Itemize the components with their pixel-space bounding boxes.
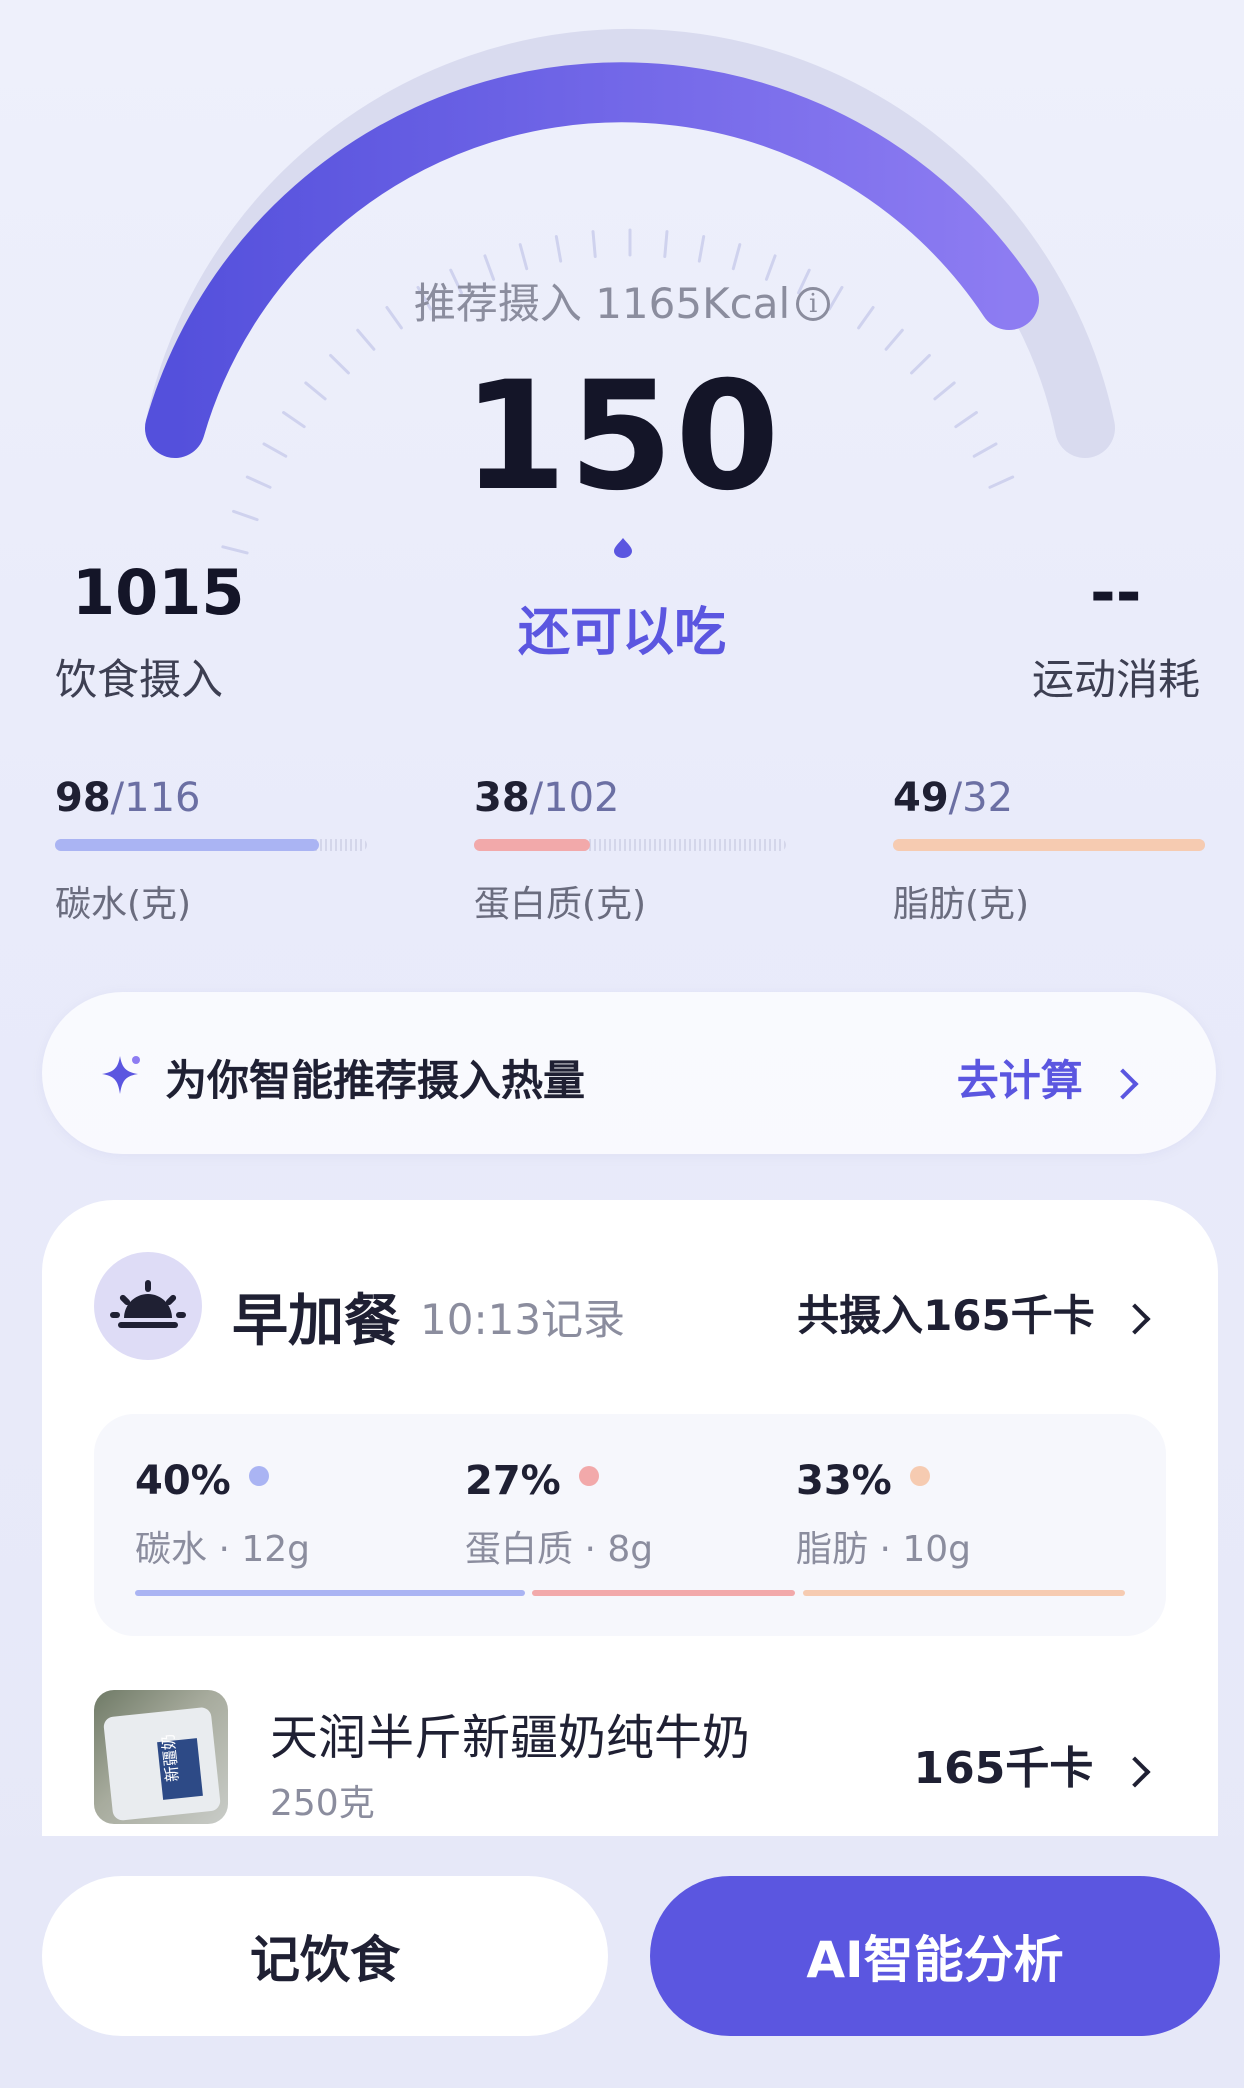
fat-progress-bar [893,839,1205,851]
gauge-tick [663,230,669,259]
gauge-tick [591,230,597,259]
sparkle-icon [102,1056,140,1094]
carbs-progress-bar [55,839,367,851]
ratio-bar-fat [803,1590,1125,1596]
gauge-tick [221,545,249,555]
intake-value: 1015 [72,556,245,629]
gauge-tick [884,328,904,351]
recommend-intake-label: 推荐摄入 1165Kcal i [0,270,1244,331]
gauge-tick [554,235,563,263]
info-icon[interactable]: i [796,287,831,321]
droplet-icon [614,538,632,558]
gauge-tick [518,243,529,271]
sunrise-icon [94,1252,202,1360]
ratio-carbs: 40% 碳水 · 12g [135,1458,310,1570]
gauge-tick [731,243,742,271]
intake-label: 饮食摄入 [55,655,224,704]
protein-progress-bar [474,839,786,851]
exercise-label: 运动消耗 [1032,655,1201,704]
gauge-tick [356,328,376,351]
gauge-tick [697,235,706,263]
macro-protein: 38/102 蛋白质(克) [474,775,786,927]
ratio-bar-protein [532,1590,795,1596]
ai-analysis-button[interactable]: AI智能分析 [650,1876,1220,2036]
food-name: 天润半斤新疆奶纯牛奶 [270,1710,751,1766]
record-diet-button[interactable]: 记饮食 [42,1876,608,2036]
chevron-right-icon [1119,1756,1151,1788]
macro-carbs: 98/116 碳水(克) [55,775,367,927]
food-weight: 250克 [270,1783,375,1824]
recommend-text: 为你智能推荐摄入热量 [165,1056,586,1105]
ratio-bar-carbs [135,1590,525,1596]
meal-time: 10:13记录 [420,1295,626,1344]
exercise-value: -- [1090,556,1142,629]
ratio-fat: 33% 脂肪 · 10g [796,1458,971,1570]
chevron-right-icon [1119,1303,1151,1335]
macro-fat: 49/32 脂肪(克) [893,775,1205,927]
meal-title: 早加餐 [232,1289,400,1354]
chevron-right-icon [1107,1068,1139,1100]
food-calories-link[interactable]: 165千卡 [914,1732,1151,1796]
ratio-protein: 27% 蛋白质 · 8g [465,1458,654,1570]
food-image[interactable]: 新疆奶 [94,1690,228,1824]
meal-total-link[interactable]: 共摄入165千卡 [797,1282,1151,1343]
calculate-link[interactable]: 去计算 [957,1047,1139,1108]
remaining-calories: 150 [462,350,782,524]
